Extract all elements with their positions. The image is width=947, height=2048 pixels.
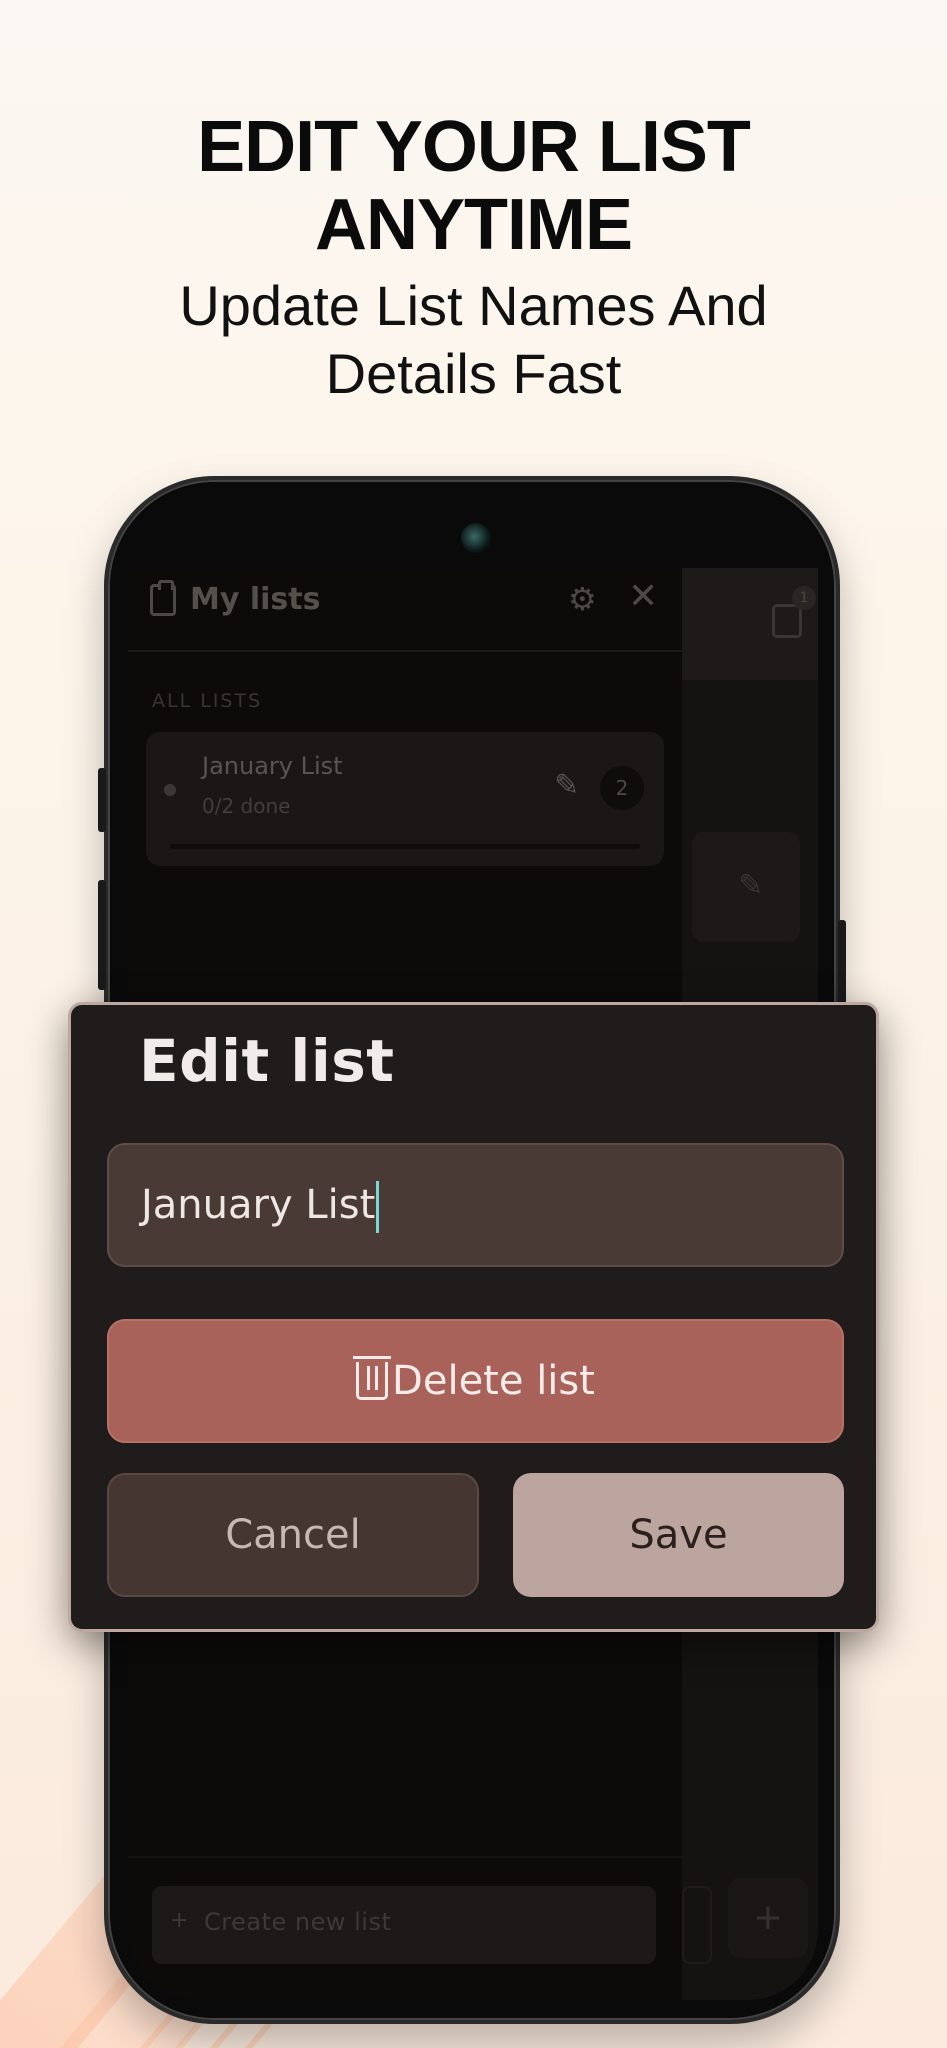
text-caret bbox=[376, 1181, 380, 1233]
list-dot bbox=[164, 784, 176, 796]
close-icon[interactable]: ✕ bbox=[628, 576, 658, 617]
dialog-title: Edit list bbox=[139, 1027, 395, 1095]
calendar-icon[interactable] bbox=[772, 604, 802, 638]
list-count-badge: 2 bbox=[600, 766, 644, 810]
pencil-icon[interactable]: ✎ bbox=[738, 868, 763, 903]
promo-heading: EDIT YOUR LIST ANYTIME bbox=[0, 108, 947, 264]
promo-subheading: Update List Names And Details Fast bbox=[0, 272, 947, 408]
promo-subheading-line1: Update List Names And bbox=[179, 274, 768, 337]
phone-side-button bbox=[98, 768, 106, 832]
drawer-header: My lists ⚙ ✕ bbox=[128, 568, 682, 652]
plus-icon: + bbox=[170, 1908, 189, 1933]
list-progress-bar bbox=[170, 844, 640, 849]
trash-icon bbox=[353, 1356, 392, 1400]
pencil-icon[interactable]: ✎ bbox=[554, 768, 579, 803]
list-item-name: January List bbox=[202, 752, 343, 780]
front-camera bbox=[461, 523, 491, 553]
edit-list-dialog: Edit list January List Delete list Cance… bbox=[68, 1002, 879, 1632]
list-item-progress: 0/2 done bbox=[202, 794, 291, 818]
promo-subheading-line2: Details Fast bbox=[325, 342, 622, 405]
cancel-button[interactable]: Cancel bbox=[107, 1473, 479, 1597]
promo-heading-line1: EDIT YOUR LIST bbox=[197, 107, 751, 187]
list-name-value: January List bbox=[141, 1182, 376, 1228]
drawer-title: My lists bbox=[190, 582, 321, 617]
delete-list-label: Delete list bbox=[392, 1358, 595, 1404]
promo-heading-line2: ANYTIME bbox=[315, 185, 633, 265]
clipboard-icon bbox=[150, 580, 176, 616]
gear-icon[interactable]: ⚙ bbox=[568, 580, 597, 618]
list-item[interactable]: January List 0/2 done ✎ 2 bbox=[146, 732, 664, 866]
create-list-label: Create new list bbox=[204, 1908, 392, 1936]
divider bbox=[128, 1856, 682, 1858]
plus-icon[interactable]: + bbox=[728, 1878, 808, 1958]
save-button[interactable]: Save bbox=[513, 1473, 844, 1597]
delete-list-button[interactable]: Delete list bbox=[107, 1319, 844, 1443]
phone-side-button bbox=[98, 880, 106, 990]
create-list-button[interactable]: + Create new list bbox=[152, 1886, 656, 1964]
notification-badge: 1 bbox=[792, 586, 816, 610]
background-input bbox=[682, 1886, 712, 1964]
list-name-input[interactable]: January List bbox=[107, 1143, 844, 1267]
section-label: ALL LISTS bbox=[152, 690, 263, 712]
